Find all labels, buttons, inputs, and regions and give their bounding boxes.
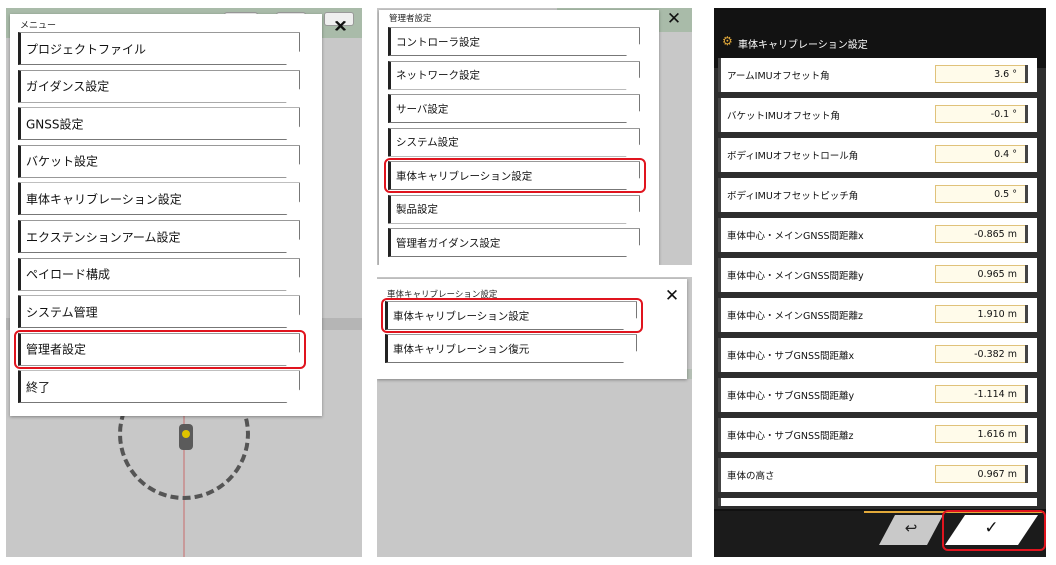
menu-item-label: 管理者ガイダンス設定	[396, 237, 501, 249]
setting-value-field[interactable]: 0.967 m	[935, 465, 1028, 483]
menu-item[interactable]: 管理者ガイダンス設定	[388, 228, 640, 257]
menu-screen: メニュー ✕ プロジェクトファイル ガイダンス設定 GNSS設定 バケット設定車体キャ…	[6, 8, 362, 557]
setting-value-field[interactable]: 3.6 °	[935, 65, 1028, 83]
close-icon[interactable]: ✕	[663, 8, 685, 30]
menu-item[interactable]: バケット設定	[18, 145, 300, 178]
setting-row-partial	[718, 498, 1037, 506]
menu-item[interactable]: 車体キャリブレーション設定	[388, 161, 640, 190]
menu-item-label: 車体キャリブレーション設定	[396, 170, 533, 182]
close-icon[interactable]: ✕	[661, 285, 683, 307]
menu-item-label: 管理者設定	[26, 342, 87, 357]
setting-row: ボディIMUオフセットロール角 0.4 °	[718, 138, 1037, 172]
setting-row: 車体の高さ 0.967 m	[718, 458, 1037, 492]
close-button[interactable]: ✕	[330, 16, 352, 38]
setting-row: 車体中心・サブGNSS間距離z 1.616 m	[718, 418, 1037, 452]
footer-bar: ↩ ✓	[714, 510, 1046, 557]
setting-label: 車体中心・メインGNSS間距離y	[727, 271, 864, 282]
setting-value-field[interactable]: 0.965 m	[935, 265, 1028, 283]
menu-item-label: 終了	[26, 380, 51, 395]
page-title: 車体キャリブレーション設定	[738, 40, 868, 51]
menu-dialog: メニュー ✕ プロジェクトファイル ガイダンス設定 GNSS設定 バケット設定 車体キャ…	[10, 14, 348, 416]
setting-row: 車体中心・メインGNSS間距離y 0.965 m	[718, 258, 1037, 292]
menu-item-label: サーバ設定	[396, 103, 449, 115]
menu-item[interactable]: ペイロード構成	[18, 258, 300, 291]
dialog-title: メニュー	[20, 21, 57, 31]
setting-value-field[interactable]: 0.5 °	[935, 185, 1028, 203]
setting-label: 車体中心・サブGNSS間距離y	[727, 391, 855, 402]
menu-item-label: システム管理	[26, 305, 98, 320]
menu-item[interactable]: サーバ設定	[388, 94, 640, 123]
menu-item-label: エクステンションアーム設定	[26, 230, 181, 244]
back-button[interactable]: ↩	[879, 515, 943, 545]
setting-value-field[interactable]: 0.4 °	[935, 145, 1028, 163]
setting-label: 車体中心・サブGNSS間距離z	[727, 431, 854, 442]
menu-item-label: 製品設定	[396, 203, 438, 216]
dialog-title: 管理者設定	[389, 14, 432, 24]
setting-row: ボディIMUオフセットピッチ角 0.5 °	[718, 178, 1037, 212]
setting-label: 車体中心・メインGNSS間距離z	[727, 311, 864, 322]
menu-item-label: コントローラ設定	[396, 36, 480, 48]
setting-label: 車体の高さ	[727, 471, 775, 482]
setting-label: バケットIMUオフセット角	[727, 111, 840, 122]
calibration-submenu-dialog: 車体キャリブレーション設定 車体キャリブレーション設定 車体キャリブレーション復元	[377, 279, 687, 379]
menu-item-label: ネットワーク設定	[396, 69, 480, 82]
setting-label: ボディIMUオフセットピッチ角	[727, 191, 859, 202]
menu-item[interactable]: GNSS設定	[18, 107, 300, 140]
menu-item-label: システム設定	[396, 136, 459, 149]
setting-label: 車体中心・サブGNSS間距離x	[727, 351, 855, 362]
setting-label: 車体中心・メインGNSS間距離x	[727, 231, 864, 242]
menu-item[interactable]: 製品設定	[388, 195, 640, 224]
menu-item-label: GNSS設定	[26, 117, 84, 132]
setting-value-field[interactable]: -1.114 m	[935, 385, 1028, 403]
menu-item-label: バケット設定	[26, 154, 99, 169]
admin-settings-screen: 管理者設定 コントローラ設定 ネットワーク設定 サーバ設定システム設定車体キャリブレ…	[377, 8, 692, 265]
menu-item[interactable]: システム設定	[388, 128, 640, 157]
setting-value-field[interactable]: -0.382 m	[935, 345, 1028, 363]
menu-item[interactable]: ガイダンス設定	[18, 70, 300, 103]
return-icon: ↩	[904, 519, 918, 537]
setting-row: 車体中心・メインGNSS間距離x -0.865 m	[718, 218, 1037, 252]
menu-item[interactable]: 車体キャリブレーション設定	[385, 301, 637, 330]
menu-item[interactable]: コントローラ設定	[388, 27, 640, 56]
dialog-title: 車体キャリブレーション設定	[387, 290, 498, 300]
setting-value-field[interactable]: 1.616 m	[935, 425, 1028, 443]
setting-label: ボディIMUオフセットロール角	[727, 151, 859, 162]
menu-item[interactable]: 終了	[18, 370, 300, 403]
menu-item[interactable]: 管理者設定	[18, 333, 300, 366]
menu-item[interactable]: エクステンションアーム設定	[18, 220, 300, 253]
setting-value-field[interactable]: -0.865 m	[935, 225, 1028, 243]
menu-item-label: ペイロード構成	[26, 267, 111, 282]
menu-item[interactable]: システム管理	[18, 295, 300, 328]
setting-row: 車体中心・サブGNSS間距離y -1.114 m	[718, 378, 1037, 412]
menu-item-label: 車体キャリブレーション設定	[393, 310, 530, 322]
setting-row: 車体中心・サブGNSS間距離x -0.382 m	[718, 338, 1037, 372]
gear-icon: ⚙	[722, 34, 733, 48]
setting-row: 車体中心・メインGNSS間距離z 1.910 m	[718, 298, 1037, 332]
calibration-submenu-screen: 車体キャリブレーション設定 車体キャリブレーション設定 車体キャリブレーション復元…	[377, 277, 692, 557]
menu-item[interactable]: 車体キャリブレーション設定	[18, 182, 300, 215]
menu-item[interactable]: 車体キャリブレーション復元	[385, 334, 637, 363]
menu-item-label: ガイダンス設定	[26, 79, 110, 94]
menu-item[interactable]: プロジェクトファイル	[18, 32, 300, 65]
setting-label: アームIMUオフセット角	[727, 71, 830, 82]
setting-value-field[interactable]: 1.910 m	[935, 305, 1028, 323]
menu-item[interactable]: ネットワーク設定	[388, 61, 640, 90]
setting-row: バケットIMUオフセット角 -0.1 °	[718, 98, 1037, 132]
menu-item-label: プロジェクトファイル	[26, 42, 147, 56]
setting-value-field[interactable]: -0.1 °	[935, 105, 1028, 123]
confirm-highlight	[942, 510, 1046, 551]
vehicle-center-icon	[182, 430, 190, 438]
menu-item-label: 車体キャリブレーション設定	[26, 192, 182, 207]
setting-row: アームIMUオフセット角 3.6 °	[718, 58, 1037, 92]
menu-item-label: 車体キャリブレーション復元	[393, 343, 530, 355]
calibration-settings-screen: ⚙ 車体キャリブレーション設定 アームIMUオフセット角 3.6 ° バケットIMU…	[714, 8, 1046, 557]
admin-settings-dialog: 管理者設定 コントローラ設定 ネットワーク設定 サーバ設定システム設定車体キャリブレ…	[379, 10, 659, 265]
